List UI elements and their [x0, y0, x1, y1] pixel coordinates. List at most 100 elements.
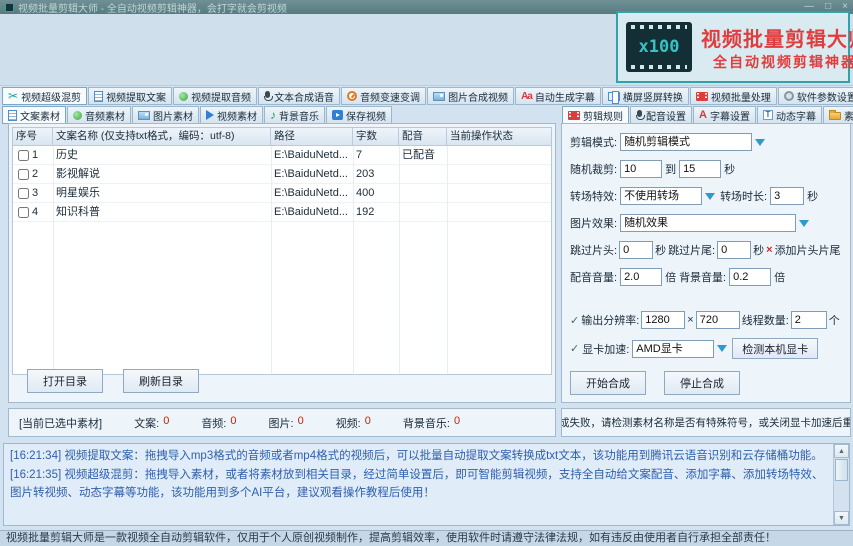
col-status[interactable]: 当前操作状态	[447, 128, 551, 146]
save-video-icon	[332, 110, 343, 120]
bg-volume-input[interactable]	[729, 268, 771, 286]
tab-script-material[interactable]: 文案素材	[2, 106, 66, 124]
bgm-count: 背景音乐:0	[403, 415, 460, 431]
random-cut-to-input[interactable]	[679, 160, 721, 178]
video-count: 视频:0	[336, 415, 371, 431]
gear-icon	[784, 91, 794, 101]
transition-select[interactable]: 不使用转场	[620, 187, 717, 205]
tab-clip-rules[interactable]: 剪辑规则	[562, 106, 629, 124]
tab-extract-script[interactable]: 视频提取文案	[88, 87, 172, 105]
log-scrollbar[interactable]: ▲ ▼	[833, 444, 849, 525]
subtitle-aa-icon	[521, 91, 532, 102]
resolution-width-input[interactable]	[641, 311, 685, 329]
log-panel: [16:21:34] 视频提取文案：拖拽导入mp3格式的音频或者mp4格式的视频…	[3, 443, 850, 526]
table-row[interactable]: 4 知识科普 E:\BaiduNetd... 192	[13, 203, 551, 222]
tab-batch-process[interactable]: 视频批量处理	[690, 87, 777, 105]
tab-image-material[interactable]: 图片素材	[132, 106, 199, 124]
chevron-down-icon[interactable]	[796, 215, 811, 232]
scroll-down-icon[interactable]: ▼	[834, 511, 849, 525]
chevron-down-icon[interactable]	[714, 340, 729, 357]
col-path[interactable]: 路径	[271, 128, 353, 146]
clip-mode-select[interactable]: 随机剪辑模式	[620, 133, 767, 151]
tab-video-material[interactable]: 视频素材	[200, 106, 263, 124]
refresh-directory-button[interactable]: 刷新目录	[123, 369, 199, 393]
tab-label: 视频素材	[217, 108, 257, 123]
tab-video-super-mix[interactable]: 视频超级混剪	[2, 87, 87, 105]
column-divider	[271, 146, 272, 374]
col-index[interactable]: 序号	[13, 128, 53, 146]
image-effect-select[interactable]: 随机效果	[620, 214, 811, 232]
microphone-icon	[264, 91, 271, 102]
col-voice[interactable]: 配音	[399, 128, 447, 146]
tab-text-to-speech[interactable]: 文本合成语音	[258, 87, 340, 105]
resolution-height-input[interactable]	[696, 311, 740, 329]
tab-label: 自动生成字幕	[535, 89, 595, 104]
skip-head-input[interactable]	[619, 241, 653, 259]
tab-audio-material[interactable]: 音频素材	[67, 106, 131, 124]
row-voice	[399, 184, 447, 202]
random-cut-from-input[interactable]	[620, 160, 662, 178]
x-mark-icon[interactable]: ×	[766, 244, 772, 256]
tab-extract-audio[interactable]: 视频提取音频	[173, 87, 257, 105]
row-index: 3	[32, 184, 38, 202]
folder-icon	[829, 112, 841, 120]
tab-subtitle-settings[interactable]: 字幕设置	[693, 106, 756, 124]
speed-gauge-icon	[347, 91, 357, 101]
gpu-select[interactable]: AMD显卡	[632, 340, 729, 358]
check-icon[interactable]: ✓	[570, 314, 579, 327]
transition-length-input[interactable]	[770, 187, 804, 205]
scrollbar-thumb[interactable]	[835, 459, 848, 481]
tab-dynamic-subtitle[interactable]: 动态字幕	[757, 106, 822, 124]
col-words[interactable]: 字数	[353, 128, 399, 146]
selection-status-bar: [当前已选中素材] 文案:0 音频:0 图片:0 视频:0 背景音乐:0	[8, 408, 556, 437]
row-checkbox[interactable]	[18, 150, 29, 161]
table-row[interactable]: 1 历史 E:\BaiduNetd... 7 已配音	[13, 146, 551, 165]
dynamic-text-icon	[763, 110, 773, 120]
add-intro-outro-toggle[interactable]: 添加片头片尾	[775, 242, 841, 258]
tab-label: 音频变速变调	[360, 89, 420, 104]
row-checkbox[interactable]	[18, 188, 29, 199]
threads-input[interactable]	[791, 311, 827, 329]
tab-audio-speed-pitch[interactable]: 音频变速变调	[341, 87, 426, 105]
tab-label: 文案素材	[20, 108, 60, 123]
times-unit: 倍	[665, 269, 676, 285]
scroll-up-icon[interactable]: ▲	[834, 444, 849, 458]
stop-compose-button[interactable]: 停止合成	[664, 371, 740, 395]
clip-mode-label: 剪辑模式:	[570, 134, 617, 150]
row-index: 1	[32, 146, 38, 164]
check-icon[interactable]: ✓	[570, 342, 579, 355]
col-name[interactable]: 文案名称 (仅支持txt格式，编码：utf-8)	[53, 128, 271, 146]
tab-label: 视频超级混剪	[21, 89, 81, 104]
rotate-screen-icon	[608, 92, 620, 101]
tab-auto-subtitle[interactable]: 自动生成字幕	[515, 87, 601, 105]
row-checkbox[interactable]	[18, 169, 29, 180]
row-voice	[399, 165, 447, 183]
tab-voice-settings[interactable]: 配音设置	[630, 106, 692, 124]
tab-label: 配音设置	[646, 108, 686, 123]
table-row[interactable]: 2 影视解说 E:\BaiduNetd... 203	[13, 165, 551, 184]
open-directory-button[interactable]: 打开目录	[27, 369, 103, 393]
tab-image-to-video[interactable]: 图片合成视频	[427, 87, 514, 105]
skip-tail-input[interactable]	[717, 241, 751, 259]
chevron-down-icon[interactable]	[702, 188, 717, 205]
column-divider	[353, 146, 354, 374]
tab-software-settings[interactable]: 软件参数设置	[778, 87, 853, 105]
table-row[interactable]: 3 明星娱乐 E:\BaiduNetd... 400	[13, 184, 551, 203]
tab-orientation-convert[interactable]: 横屏竖屏转换	[602, 87, 689, 105]
tab-material-directory[interactable]: 素材目录	[823, 106, 853, 124]
voice-volume-input[interactable]	[620, 268, 662, 286]
music-note-icon	[270, 108, 276, 122]
skip-head-label: 跳过片头:	[570, 242, 617, 258]
start-compose-button[interactable]: 开始合成	[570, 371, 646, 395]
tab-save-video[interactable]: 保存视频	[326, 106, 392, 124]
row-index: 2	[32, 165, 38, 183]
document-icon	[94, 91, 103, 102]
tab-background-music[interactable]: 背景音乐	[264, 106, 325, 124]
brand: 视频批量剪辑大师 全自动视频剪辑神器	[701, 23, 853, 72]
row-checkbox[interactable]	[18, 207, 29, 218]
tab-label: 动态字幕	[776, 108, 816, 123]
table-header-row: 序号 文案名称 (仅支持txt格式，编码：utf-8) 路径 字数 配音 当前操…	[13, 128, 551, 146]
detect-gpu-button[interactable]: 检测本机显卡	[732, 338, 818, 359]
chevron-down-icon[interactable]	[752, 134, 767, 151]
logo-box: x100 视频批量剪辑大师 全自动视频剪辑神器	[616, 11, 850, 83]
